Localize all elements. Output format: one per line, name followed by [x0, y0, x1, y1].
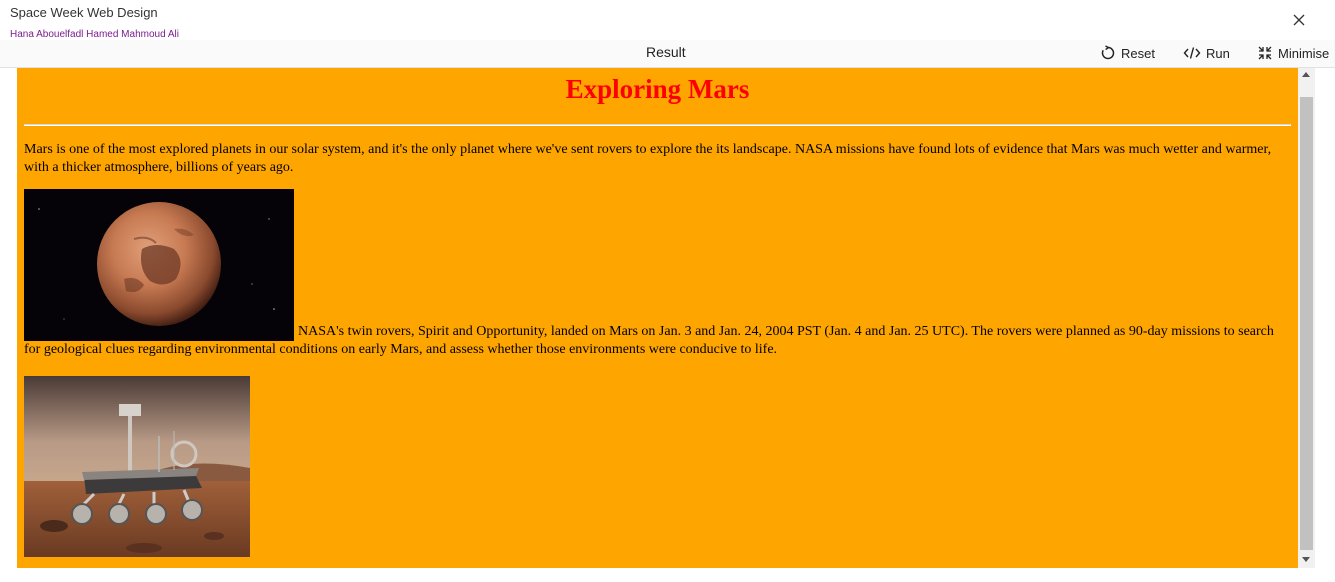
scroll-up-arrow-icon[interactable] [1302, 72, 1310, 77]
minimise-button[interactable]: Minimise [1257, 45, 1329, 61]
result-label: Result [646, 44, 686, 60]
scroll-down-arrow-icon[interactable] [1302, 557, 1310, 562]
reset-icon [1101, 45, 1115, 60]
run-button[interactable]: Run [1183, 45, 1230, 61]
horizontal-rule [24, 124, 1291, 126]
scrollbar-thumb[interactable] [1300, 97, 1313, 550]
rovers-paragraph: NASA's twin rovers, Spirit and Opportuni… [24, 189, 1284, 359]
result-preview: Exploring Mars Mars is one of the most e… [17, 68, 1298, 568]
toolbar: Result Reset Run Minimise [0, 40, 1335, 68]
close-icon [1293, 14, 1305, 26]
minimise-icon [1258, 46, 1272, 60]
author-name[interactable]: Hana Abouelfadl Hamed Mahmoud Ali [10, 29, 179, 39]
mars-image [24, 189, 294, 341]
run-label: Run [1206, 45, 1230, 61]
intro-paragraph: Mars is one of the most explored planets… [24, 142, 1272, 175]
reset-button[interactable]: Reset [1100, 45, 1155, 61]
page-heading: Exploring Mars [565, 74, 750, 104]
code-icon [1183, 47, 1201, 59]
minimise-label: Minimise [1278, 45, 1330, 61]
reset-label: Reset [1121, 45, 1155, 61]
app-title: Space Week Web Design [10, 5, 158, 20]
close-button[interactable] [1291, 12, 1307, 28]
rover-image [24, 376, 250, 557]
